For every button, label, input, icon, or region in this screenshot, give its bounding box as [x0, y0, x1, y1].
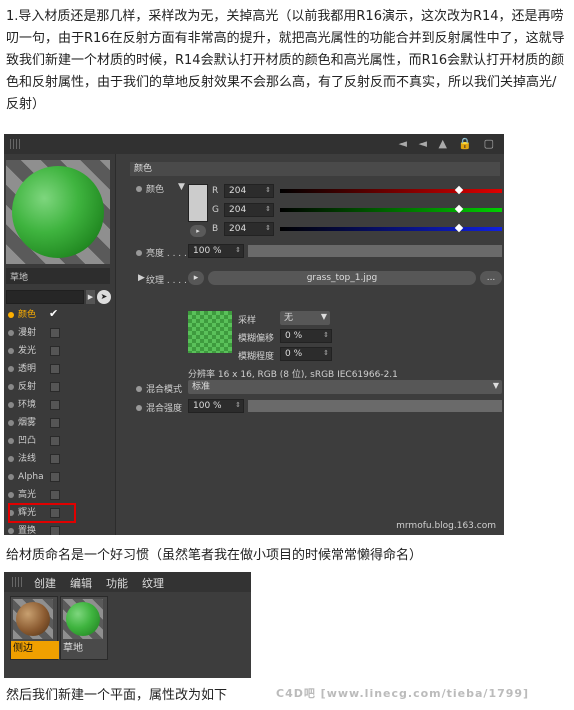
side-material-sphere [16, 602, 50, 636]
intro-paragraph: 1.导入材质还是那几样，采样改为无，关掉高光（以前我都用R16演示，这次改为R1… [6, 9, 565, 112]
menu-edit[interactable]: 编辑 [70, 575, 92, 591]
b-slider[interactable] [280, 223, 502, 233]
blur-offset-input[interactable]: 0 % ⇕ [280, 329, 332, 343]
mix-strength-input[interactable]: 100 % ⇕ [188, 399, 244, 413]
grass-material-sphere [66, 602, 100, 636]
channel-bump[interactable]: 凹凸 [6, 432, 112, 450]
brightness-label: 亮度 . . . . [146, 249, 187, 259]
color-swatch[interactable] [188, 184, 208, 222]
r-slider[interactable] [280, 185, 502, 195]
section-header: 颜色 [130, 162, 500, 176]
channel-fog[interactable]: 烟雾 [6, 414, 112, 432]
g-input[interactable]: 204 ⇕ [224, 203, 274, 217]
g-slider[interactable] [280, 204, 502, 214]
grip-icon [10, 139, 22, 149]
editor-toolbar: ◄ ◄ ▲ 🔒 ▢ [4, 134, 504, 154]
specular-highlight-box [8, 503, 76, 523]
texture-file-button[interactable]: grass_top_1.jpg [208, 271, 476, 285]
channel-luminance[interactable]: 发光 [6, 342, 112, 360]
channel-environment[interactable]: 环境 [6, 396, 112, 414]
b-label: B [212, 224, 219, 234]
material-grass-name: 草地 [63, 643, 83, 654]
watermark: mrmofu.blog.163.com [396, 521, 496, 531]
sampling-dropdown[interactable]: 无 ▼ [280, 311, 330, 325]
channel-transparency[interactable]: 透明 [6, 360, 112, 378]
sampling-label: 采样 [238, 316, 257, 326]
texture-browse-button[interactable]: ... [480, 271, 502, 285]
resolution-info: 分辨率 16 x 16, RGB (8 位), sRGB IEC61966-2.… [188, 370, 398, 380]
mix-mode-label: 混合模式 [146, 385, 183, 395]
material-side[interactable]: 侧边 [10, 596, 59, 660]
blur-scale-label: 模糊程度 [238, 352, 275, 362]
channel-color[interactable]: 颜色 ✔ [6, 306, 112, 324]
channel-reflection[interactable]: 反射 [6, 378, 112, 396]
material-side-name: 侧边 [11, 641, 59, 659]
search-input[interactable] [6, 290, 84, 304]
channel-normal[interactable]: 法线 [6, 450, 112, 468]
r-input[interactable]: 204 ⇕ [224, 184, 274, 198]
preview-sphere [12, 166, 104, 258]
channel-sidebar: 草地 ▶ ➤ 颜色 ✔ 漫射 发光 透明 反射 环境 烟雾 凹凸 法线 Alpha… [4, 154, 116, 535]
blur-scale-input[interactable]: 0 % ⇕ [280, 347, 332, 361]
menu-function[interactable]: 功能 [106, 575, 128, 591]
mix-strength-label: 混合强度 [146, 404, 183, 414]
search-arrow-icon[interactable]: ▶ [86, 290, 95, 304]
material-preview [6, 160, 110, 264]
channel-displacement[interactable]: 置换 [6, 522, 112, 535]
manager-menubar: 创建 编辑 功能 纹理 [4, 572, 251, 592]
color-picker-button[interactable]: ▸ [190, 225, 206, 237]
material-name-field[interactable]: 草地 [6, 268, 110, 284]
texture-thumbnail [188, 311, 232, 353]
channel-alpha[interactable]: Alpha [6, 468, 112, 486]
channel-diffusion[interactable]: 漫射 [6, 324, 112, 342]
expand-arrow-icon[interactable]: ▶ [138, 273, 145, 283]
attribute-panel: 颜色 颜色 ▼ ▸ R 204 ⇕ G 204 ⇕ B 204 ⇕ 亮度 . . . … [120, 154, 504, 535]
r-label: R [212, 186, 219, 196]
menu-texture[interactable]: 纹理 [142, 575, 164, 591]
mix-mode-dropdown[interactable]: 标准 ▼ [188, 380, 502, 394]
menu-create[interactable]: 创建 [34, 575, 56, 591]
picker-icon[interactable]: ➤ [97, 290, 111, 304]
material-grass[interactable]: 草地 [60, 596, 108, 660]
site-credit: C4D吧 [www.linecg.com/tieba/1799] [276, 687, 530, 700]
g-label: G [212, 205, 219, 215]
material-manager-screenshot: 创建 编辑 功能 纹理 侧边 草地 [4, 572, 251, 678]
dropdown-arrow-icon[interactable]: ▼ [178, 182, 185, 192]
blur-offset-label: 模糊偏移 [238, 334, 275, 344]
grip-icon [12, 577, 24, 587]
channel-specular[interactable]: 高光 [6, 486, 112, 504]
b-input[interactable]: 204 ⇕ [224, 222, 274, 236]
color-label: 颜色 [146, 185, 165, 195]
material-editor-screenshot: ◄ ◄ ▲ 🔒 ▢ 草地 ▶ ➤ 颜色 ✔ 漫射 发光 透明 反射 环境 烟雾 凹… [4, 134, 504, 535]
brightness-input[interactable]: 100 % ⇕ [188, 244, 244, 258]
nav-icons: ◄ ◄ ▲ 🔒 ▢ [398, 137, 498, 150]
brightness-slider[interactable] [248, 245, 502, 257]
texture-label: 纹理 . . . . [146, 276, 187, 286]
texture-menu-button[interactable]: ▸ [188, 271, 204, 285]
naming-paragraph: 给材质命名是一个好习惯（虽然笔者我在做小项目的时候常常懒得命名） [6, 548, 423, 563]
mix-strength-slider[interactable] [248, 400, 502, 412]
